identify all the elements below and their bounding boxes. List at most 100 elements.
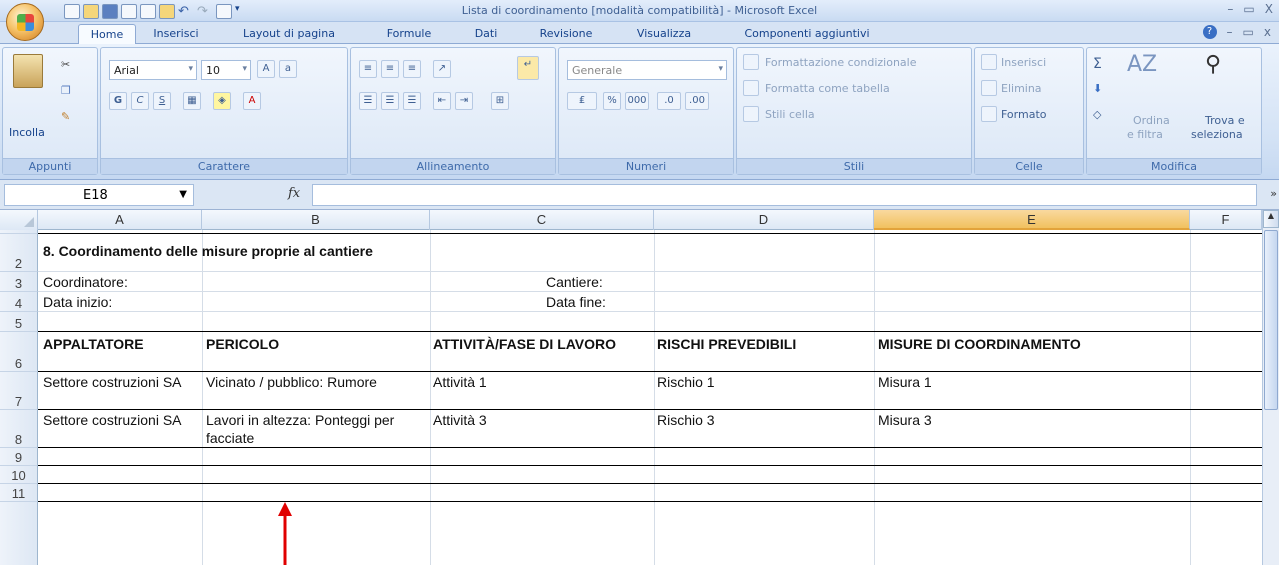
cell-e6-header[interactable]: MISURE DI COORDINAMENTO: [878, 335, 1081, 353]
italic-button[interactable]: C: [131, 92, 149, 110]
grow-font-icon[interactable]: A: [257, 60, 275, 78]
minimize-doc-icon[interactable]: –: [1227, 25, 1233, 39]
delete-cells-button[interactable]: Elimina: [1001, 82, 1042, 95]
cell-b6-header[interactable]: PERICOLO: [206, 335, 279, 353]
font-size-box[interactable]: 10 ▾: [201, 60, 251, 80]
fill-color-icon[interactable]: ◈: [213, 92, 231, 110]
tab-revisione[interactable]: Revisione: [528, 24, 604, 44]
row-header-10[interactable]: 10: [0, 466, 38, 484]
row-header-8[interactable]: 8: [0, 410, 38, 448]
cell-d8[interactable]: Rischio 3: [657, 411, 715, 429]
percent-button[interactable]: %: [603, 92, 621, 110]
cell-a8[interactable]: Settore costruzioni SA: [43, 411, 199, 429]
cell-b7[interactable]: Vicinato / pubblico: Rumore: [206, 373, 377, 391]
insert-cells-button[interactable]: Inserisci: [1001, 56, 1046, 69]
cell-styles-button[interactable]: Stili cella: [765, 108, 815, 121]
shrink-font-icon[interactable]: a: [279, 60, 297, 78]
font-name-box[interactable]: Arial ▾: [109, 60, 197, 80]
row-header-4[interactable]: 4: [0, 292, 38, 312]
column-header-b[interactable]: B: [202, 210, 430, 230]
column-header-a[interactable]: A: [38, 210, 202, 230]
restore-doc-icon[interactable]: ▭: [1243, 25, 1254, 39]
close-icon[interactable]: X: [1265, 2, 1273, 16]
cell-d7[interactable]: Rischio 1: [657, 373, 715, 391]
close-doc-icon[interactable]: x: [1264, 25, 1271, 39]
bold-button[interactable]: G: [109, 92, 127, 110]
column-header-f[interactable]: F: [1190, 210, 1262, 230]
row-header-3[interactable]: 3: [0, 272, 38, 292]
cell-b8[interactable]: Lavori in altezza: Ponteggi per facciate: [206, 411, 430, 447]
paste-button[interactable]: Incolla: [9, 126, 45, 139]
column-header-c[interactable]: C: [430, 210, 654, 230]
tab-layout[interactable]: Layout di pagina: [234, 24, 344, 44]
expand-formula-icon[interactable]: »: [1270, 187, 1277, 200]
align-middle-icon[interactable]: ≡: [381, 60, 399, 78]
scroll-thumb[interactable]: [1264, 230, 1278, 410]
increase-indent-icon[interactable]: ⇥: [455, 92, 473, 110]
number-format-box[interactable]: Generale ▾: [567, 60, 727, 80]
sort-filter-label-2[interactable]: e filtra: [1127, 128, 1163, 141]
borders-icon[interactable]: ▦: [183, 92, 201, 110]
vertical-scrollbar[interactable]: ▲: [1262, 210, 1279, 565]
tab-dati[interactable]: Dati: [466, 24, 506, 44]
minimize-icon[interactable]: –: [1227, 2, 1233, 16]
office-button[interactable]: [6, 3, 44, 41]
row-header-11[interactable]: 11: [0, 484, 38, 502]
row-header-5[interactable]: 5: [0, 312, 38, 332]
find-select-label-1[interactable]: Trova e: [1205, 114, 1245, 127]
align-left-icon[interactable]: ☰: [359, 92, 377, 110]
align-right-icon[interactable]: ☰: [403, 92, 421, 110]
increase-decimal-icon[interactable]: .0: [657, 92, 681, 110]
binoculars-icon[interactable]: ⚲: [1205, 52, 1221, 77]
paste-icon[interactable]: [13, 54, 43, 88]
cell-a7[interactable]: Settore costruzioni SA: [43, 373, 199, 391]
autosum-icon[interactable]: Σ: [1093, 56, 1102, 72]
tab-formule[interactable]: Formule: [380, 24, 438, 44]
decrease-indent-icon[interactable]: ⇤: [433, 92, 451, 110]
tab-inserisci[interactable]: Inserisci: [146, 24, 206, 44]
font-color-icon[interactable]: A: [243, 92, 261, 110]
clear-icon[interactable]: ◇: [1093, 108, 1101, 121]
cell-e7[interactable]: Misura 1: [878, 373, 932, 391]
sort-filter-icon[interactable]: AZ: [1127, 52, 1157, 77]
decrease-decimal-icon[interactable]: .00: [685, 92, 709, 110]
cell-a4[interactable]: Data inizio:: [43, 293, 112, 311]
row-header-9[interactable]: 9: [0, 448, 38, 466]
row-header-2[interactable]: 2: [0, 234, 38, 272]
scroll-up-icon[interactable]: ▲: [1263, 210, 1279, 228]
thousands-button[interactable]: 000: [625, 92, 649, 110]
help-icon[interactable]: ?: [1202, 25, 1217, 39]
align-top-icon[interactable]: ≡: [359, 60, 377, 78]
cell-a2-section-title[interactable]: 8. Coordinamento delle misure proprie al…: [43, 242, 373, 260]
cell-c3[interactable]: Cantiere:: [546, 273, 603, 291]
cell-c7[interactable]: Attività 1: [433, 373, 487, 391]
insert-function-icon[interactable]: fx: [288, 186, 300, 201]
tab-home[interactable]: Home: [78, 24, 136, 44]
row-header-6[interactable]: 6: [0, 332, 38, 372]
tab-visualizza[interactable]: Visualizza: [626, 24, 702, 44]
cell-d6-header[interactable]: RISCHI PREVEDIBILI: [657, 335, 796, 353]
name-box[interactable]: E18 ▼: [4, 184, 194, 206]
cut-icon[interactable]: ✂: [61, 58, 70, 71]
find-select-label-2[interactable]: seleziona: [1191, 128, 1243, 141]
tab-componenti[interactable]: Componenti aggiuntivi: [722, 24, 892, 44]
copy-icon[interactable]: ❐: [61, 84, 71, 97]
sort-filter-label-1[interactable]: Ordina: [1133, 114, 1170, 127]
cell-a6-header[interactable]: APPALTATORE: [43, 335, 144, 353]
merge-center-icon[interactable]: ⊞: [491, 92, 509, 110]
name-box-dropdown-icon[interactable]: ▼: [179, 189, 187, 200]
orientation-icon[interactable]: ↗: [433, 60, 451, 78]
select-all-button[interactable]: [0, 210, 38, 230]
underline-button[interactable]: S: [153, 92, 171, 110]
column-header-e[interactable]: E: [874, 210, 1190, 230]
format-as-table-button[interactable]: Formatta come tabella: [765, 82, 890, 95]
cell-c6-header[interactable]: ATTIVITÀ/FASE DI LAVORO: [433, 335, 616, 353]
align-center-icon[interactable]: ☰: [381, 92, 399, 110]
wrap-text-icon[interactable]: ↵: [517, 56, 539, 80]
column-header-d[interactable]: D: [654, 210, 874, 230]
conditional-formatting-button[interactable]: Formattazione condizionale: [765, 56, 917, 69]
cell-a3[interactable]: Coordinatore:: [43, 273, 128, 291]
format-cells-button[interactable]: Formato: [1001, 108, 1047, 121]
cell-e8[interactable]: Misura 3: [878, 411, 932, 429]
cell-c4[interactable]: Data fine:: [546, 293, 606, 311]
